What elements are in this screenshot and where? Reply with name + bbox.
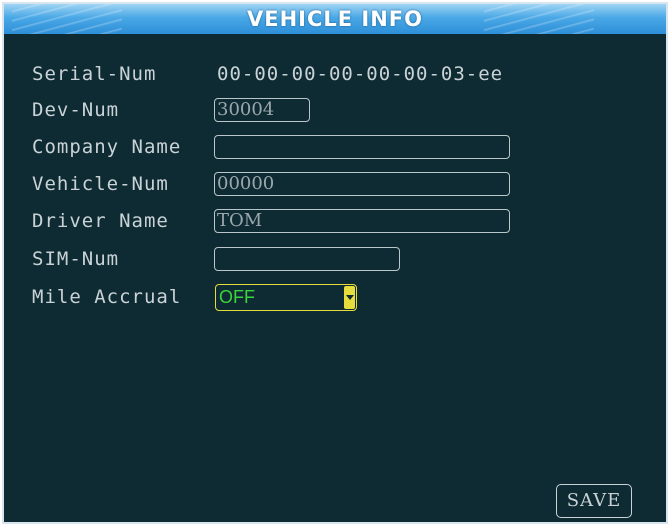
chevron-down-icon[interactable] [344, 286, 355, 309]
sim-num-row: SIM-Num [4, 244, 666, 274]
mile-accrual-label: Mile Accrual [32, 286, 182, 308]
serial-num-row: Serial-Num 00-00-00-00-00-00-03-ee [4, 59, 666, 89]
serial-num-value: 00-00-00-00-00-00-03-ee [217, 63, 504, 85]
mile-accrual-value: OFF [219, 287, 255, 307]
company-name-label: Company Name [32, 136, 182, 158]
vehicle-num-label: Vehicle-Num [32, 173, 169, 195]
dev-num-row: Dev-Num 30004 [4, 95, 666, 125]
window-title: VEHICLE INFO [246, 7, 424, 31]
serial-num-label: Serial-Num [32, 63, 157, 85]
save-button[interactable]: SAVE [556, 484, 632, 518]
company-name-row: Company Name [4, 132, 666, 162]
driver-name-field[interactable]: TOM [214, 209, 510, 233]
vehicle-num-field[interactable]: 00000 [214, 172, 510, 196]
vehicle-info-window: VEHICLE INFO Serial-Num 00-00-00-00-00-0… [2, 2, 668, 524]
sim-num-label: SIM-Num [32, 248, 120, 270]
vehicle-num-row: Vehicle-Num 00000 [4, 169, 666, 199]
mile-accrual-row: Mile Accrual OFF [4, 282, 666, 312]
dev-num-field[interactable]: 30004 [214, 98, 310, 122]
dev-num-label: Dev-Num [32, 99, 120, 121]
company-name-field[interactable] [214, 135, 510, 159]
title-bar: VEHICLE INFO [4, 4, 666, 34]
driver-name-label: Driver Name [32, 210, 169, 232]
sim-num-field[interactable] [214, 247, 400, 271]
mile-accrual-select[interactable]: OFF [215, 284, 357, 311]
driver-name-row: Driver Name TOM [4, 206, 666, 236]
